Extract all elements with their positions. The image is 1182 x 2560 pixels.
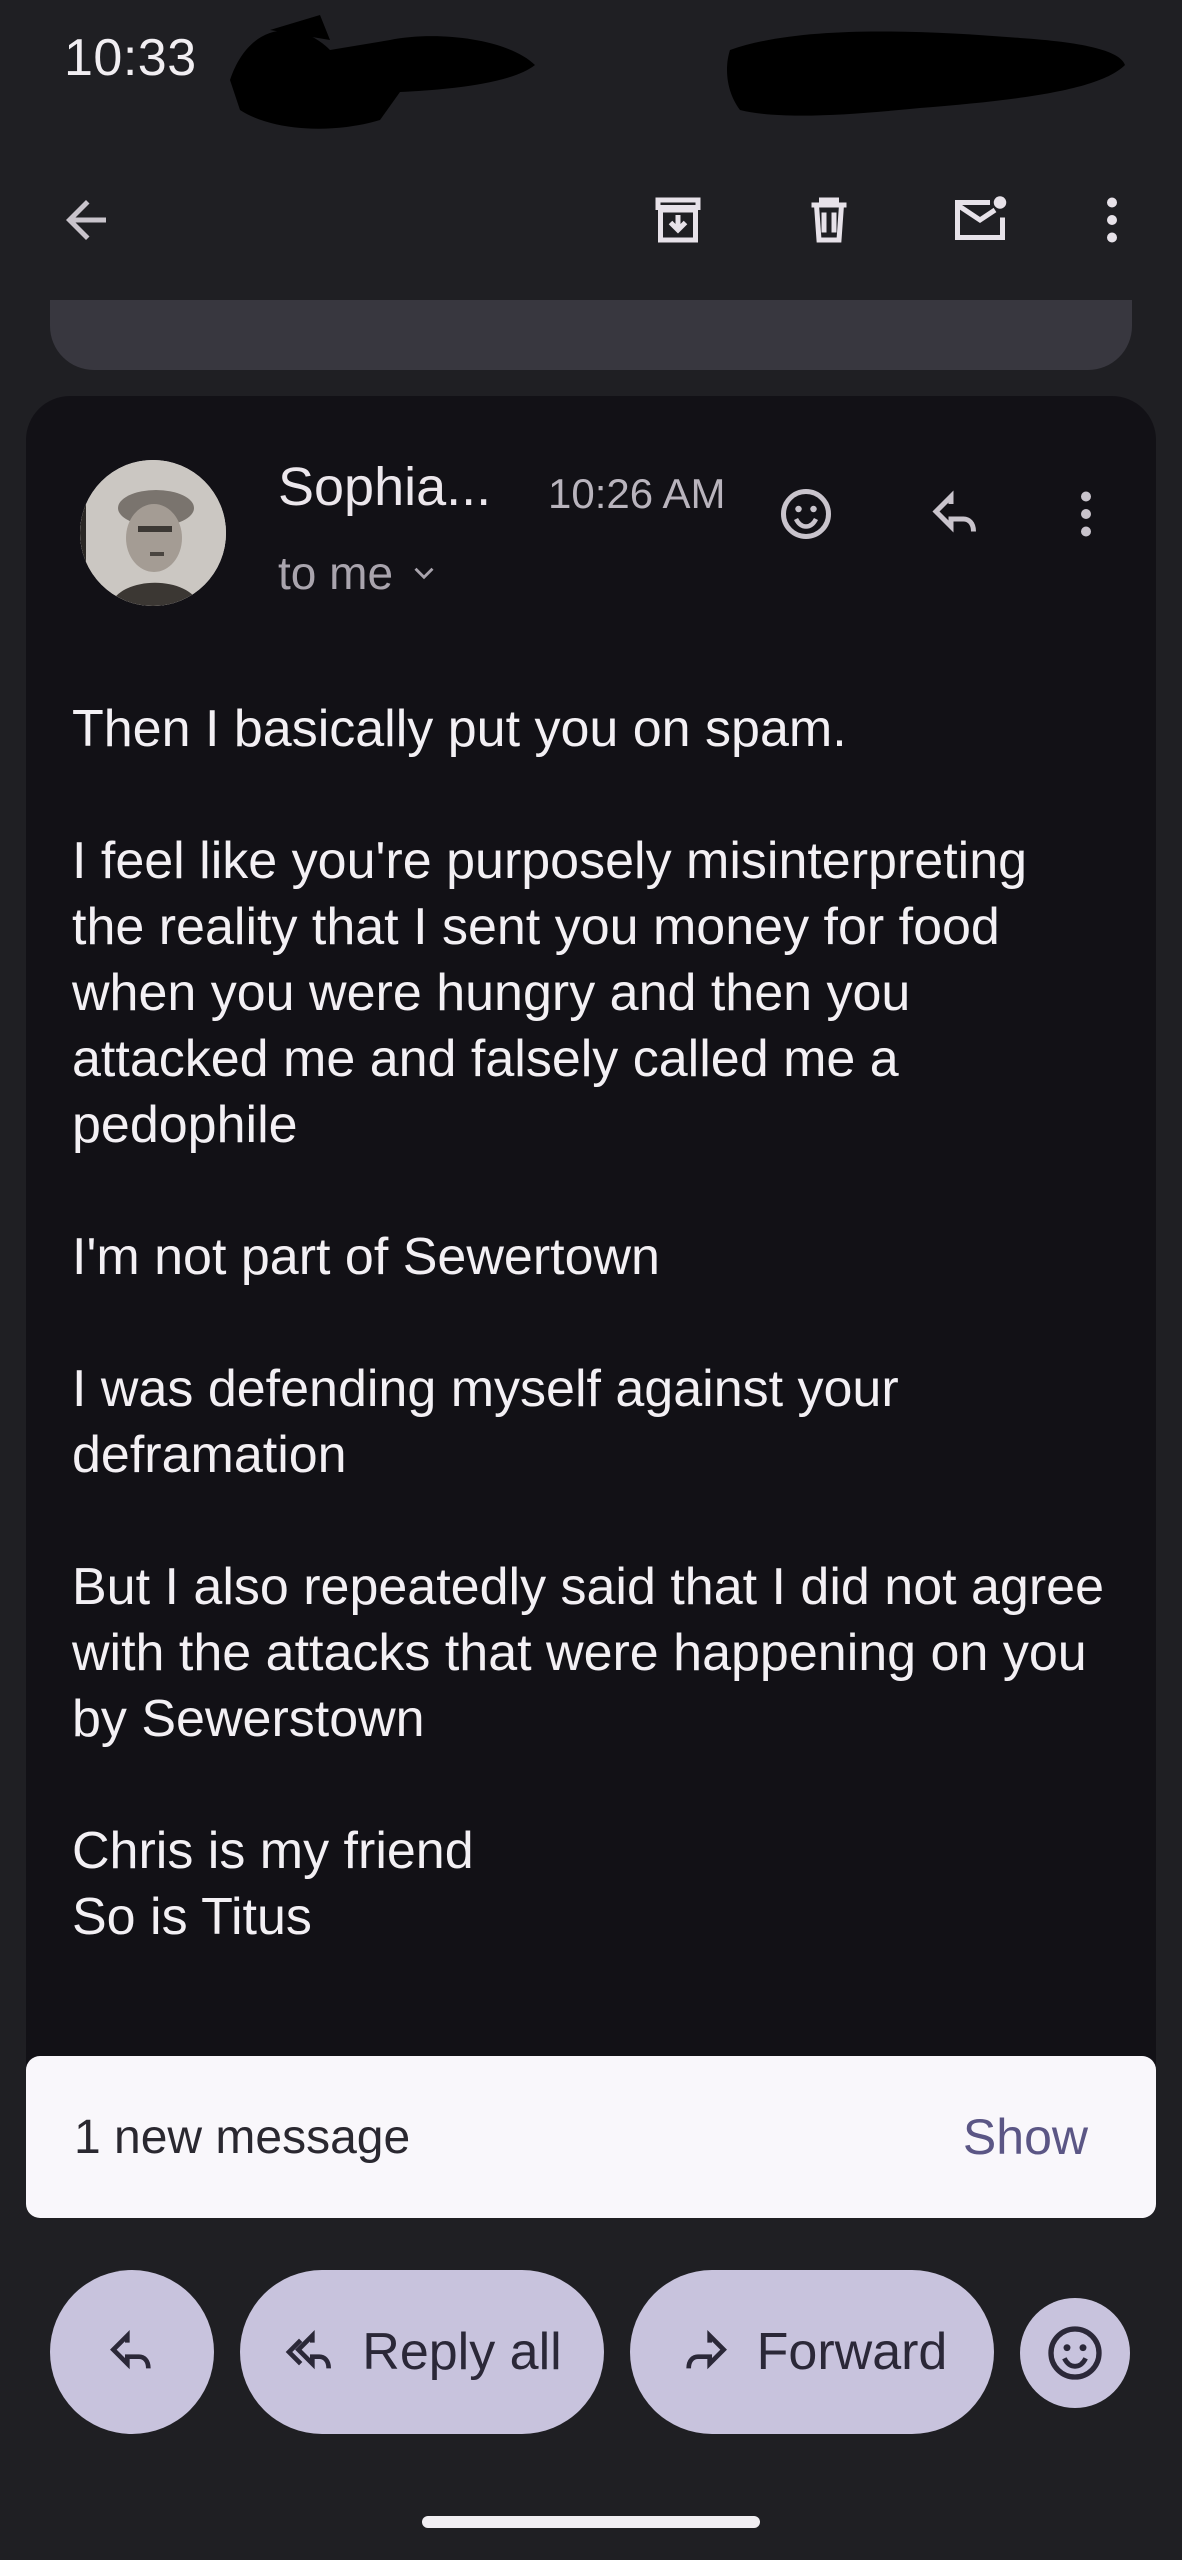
chevron-down-icon [414,567,434,580]
sender-name[interactable]: Sophia... [278,456,491,518]
body-paragraph: I feel like you're purposely misinterpre… [72,832,1028,1154]
gesture-navigation-bar[interactable] [422,2516,760,2528]
recipient-details[interactable]: to me [278,546,441,600]
new-message-snackbar: 1 new message Show [26,2056,1156,2218]
mark-unread-icon[interactable] [932,172,1028,268]
emoji-icon [1048,2326,1102,2380]
redaction-scribble [230,15,535,129]
emoji-react-icon[interactable] [758,466,854,562]
emoji-reaction-button[interactable] [1020,2298,1130,2408]
status-time: 10:33 [64,29,197,87]
message-body: Then I basically put you on spam. I feel… [72,696,1112,2016]
forward-button[interactable]: Forward [630,2270,994,2434]
reply-all-label: Reply all [362,2323,562,2381]
back-arrow-icon[interactable] [38,172,134,268]
recipient-label: to me [278,547,394,599]
reply-all-button[interactable]: Reply all [240,2270,604,2434]
bottom-actions: Reply all Forward [0,2270,1182,2434]
message-time: 10:26 AM [548,470,726,517]
reply-icon [110,2330,151,2370]
forward-label: Forward [756,2323,948,2381]
sender-avatar[interactable] [80,460,226,606]
app-bar [0,160,1182,280]
reply-button[interactable] [50,2270,214,2434]
show-button[interactable]: Show [963,2108,1088,2166]
snackbar-text: 1 new message [74,2110,411,2164]
message-more-icon[interactable] [1038,466,1134,562]
body-paragraph: So is Titus [72,1888,312,1946]
reply-all-icon [285,2330,332,2370]
trash-icon[interactable] [781,172,877,268]
body-paragraph: Then I basically put you on spam. [72,700,847,758]
redaction-scribble [727,31,1125,116]
body-paragraph: But I also repeatedly said that I did no… [72,1558,1105,1748]
status-bar: 10:33 [0,0,1182,129]
body-paragraph: I was defending myself against your defr… [72,1360,899,1484]
forward-icon [685,2330,727,2370]
message-card: Sophia... 10:26 AM to me Then I basicall… [26,396,1156,2096]
body-paragraph: I'm not part of Sewertown [72,1228,660,1286]
archive-icon[interactable] [630,172,726,268]
email-screen: 10:33 Sophia... 10:26 AM to me Then I ba… [0,0,1182,2560]
body-paragraph: Chris is my friend [72,1822,474,1880]
previous-message-card[interactable] [50,300,1132,370]
more-vert-icon[interactable] [1064,172,1160,268]
reply-icon[interactable] [908,466,1004,562]
